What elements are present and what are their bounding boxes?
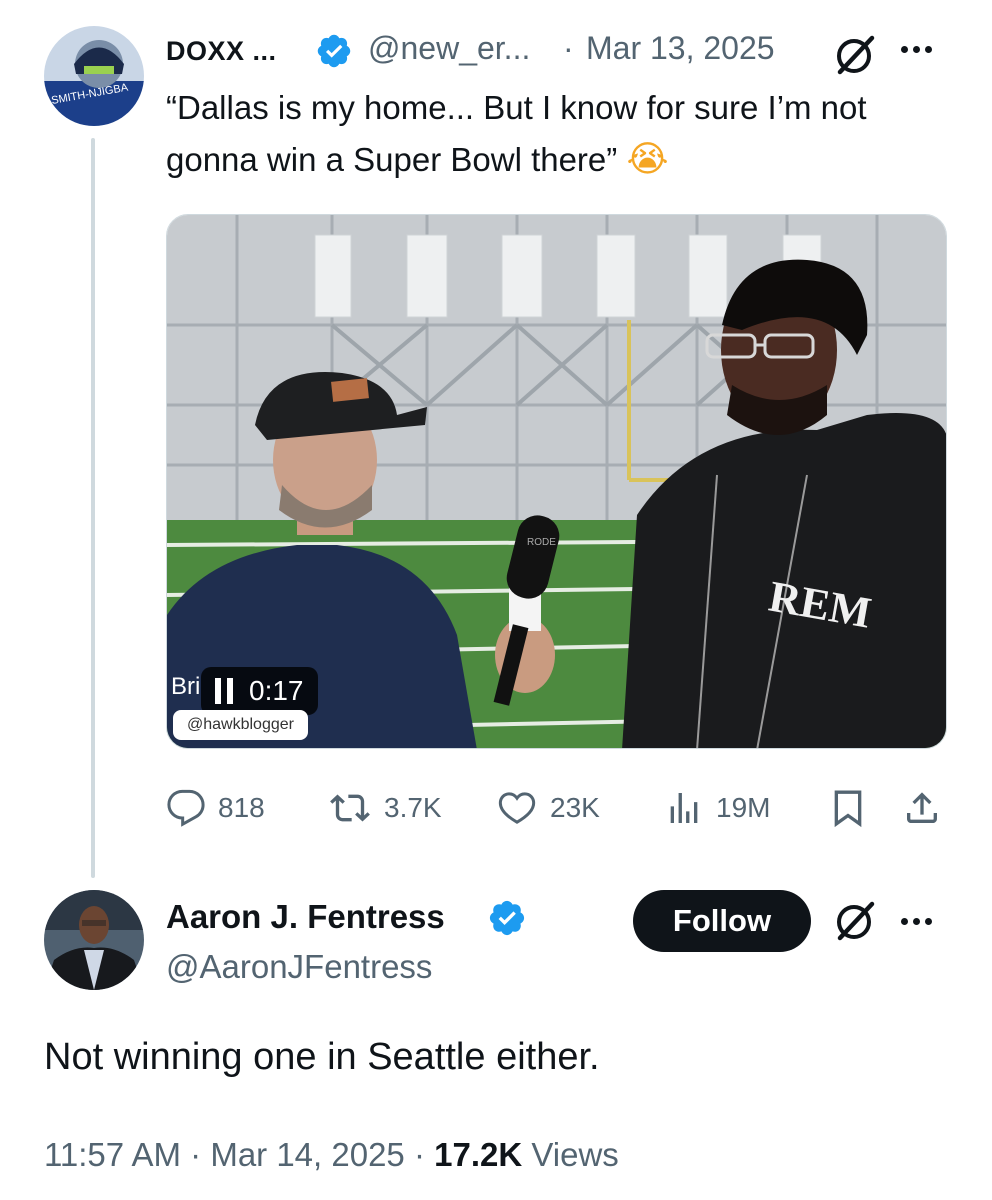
crying-emoji: 😭	[626, 139, 669, 180]
reply-more-icon[interactable]	[901, 918, 932, 925]
reply-count: 818	[218, 792, 265, 823]
views-action[interactable]: 19M	[664, 780, 770, 836]
video-player[interactable]: RODE REM Bri 0:17 @hawkblogger	[166, 214, 947, 749]
parent-verified-icon	[315, 32, 353, 70]
reply-avatar[interactable]	[44, 890, 144, 990]
video-controls[interactable]: 0:17	[201, 667, 318, 715]
reply-tweet-text: Not winning one in Seattle either.	[44, 1036, 600, 1078]
view-count: 19M	[716, 792, 771, 823]
grok-icon-reply[interactable]	[834, 898, 878, 947]
reply-action[interactable]: 818	[166, 780, 265, 836]
reply-views-label: Views	[531, 1136, 619, 1173]
analytics-icon	[670, 793, 698, 823]
reply-meta-separator-1: ·	[190, 1136, 202, 1173]
source-tag: @hawkblogger	[173, 710, 308, 740]
bookmark-action[interactable]	[828, 780, 868, 836]
thread-line	[91, 138, 95, 878]
grok-icon[interactable]	[834, 32, 878, 81]
tweet-actions: 818 3.7K 23K 19M	[166, 780, 947, 836]
reply-icon	[167, 789, 205, 827]
parent-date-separator: ·	[563, 30, 574, 66]
reply-handle[interactable]: @AaronJFentress	[166, 948, 432, 986]
overlay-name: Bri	[171, 673, 201, 700]
repost-action[interactable]: 3.7K	[328, 780, 442, 836]
share-icon	[907, 792, 937, 823]
heart-icon	[498, 792, 536, 824]
repost-icon	[330, 794, 370, 822]
reply-date[interactable]: Mar 14, 2025	[210, 1136, 404, 1173]
pause-icon[interactable]	[215, 678, 233, 704]
parent-tweet-body: “Dallas is my home... But I know for sur…	[166, 89, 867, 178]
video-timestamp: 0:17	[249, 675, 304, 706]
like-count: 23K	[550, 792, 600, 823]
reply-verified-icon	[487, 898, 527, 938]
parent-more-icon[interactable]	[901, 46, 932, 53]
parent-handle[interactable]: @new_er...	[368, 30, 530, 67]
reply-meta: 11:57 AM · Mar 14, 2025 · 17.2K Views	[44, 1136, 619, 1174]
follow-button[interactable]: Follow	[633, 890, 811, 952]
like-action[interactable]: 23K	[496, 780, 600, 836]
repost-count: 3.7K	[384, 792, 442, 823]
parent-date[interactable]: Mar 13, 2025	[586, 30, 775, 67]
reply-display-name[interactable]: Aaron J. Fentress	[166, 898, 445, 936]
reply-views-count: 17.2K	[434, 1136, 523, 1173]
share-action[interactable]	[902, 780, 942, 836]
mic-logo: RODE	[527, 537, 556, 548]
bookmark-icon	[834, 790, 862, 828]
parent-avatar[interactable]: SMITH-NJIGBA	[44, 26, 144, 126]
parent-display-name[interactable]: DOXX ...	[166, 36, 277, 67]
parent-tweet-text: “Dallas is my home... But I know for sur…	[166, 82, 936, 186]
reply-meta-separator-2: ·	[413, 1136, 425, 1173]
reply-time[interactable]: 11:57 AM	[44, 1136, 181, 1173]
